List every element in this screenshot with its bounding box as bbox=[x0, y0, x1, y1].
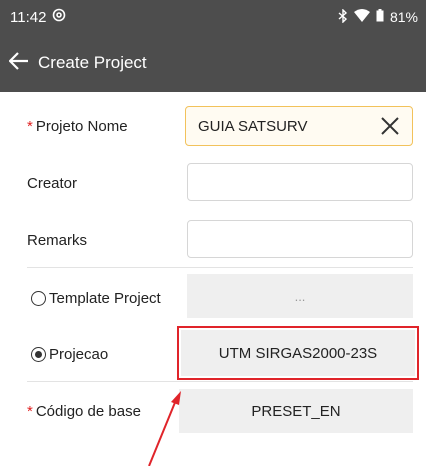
annotation-arrow bbox=[148, 391, 181, 466]
annotation-arrow-shaft bbox=[148, 399, 177, 466]
annotation-arrow-head bbox=[171, 391, 181, 405]
